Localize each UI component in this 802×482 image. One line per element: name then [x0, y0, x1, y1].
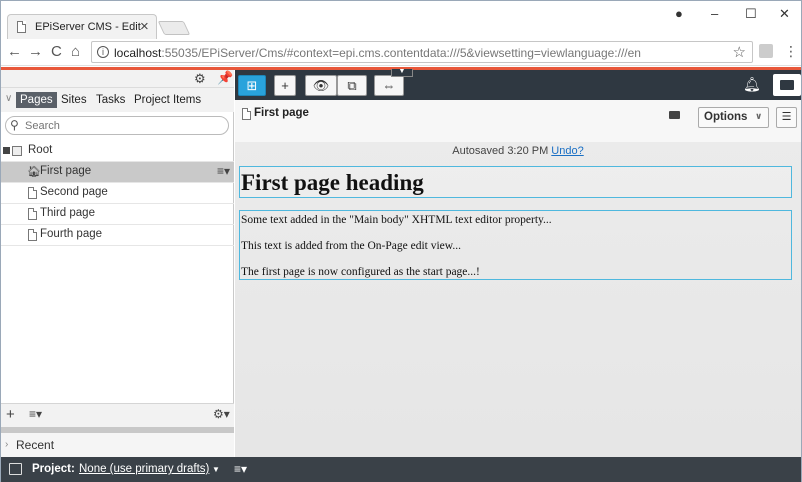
global-toolbar: ⊞ + 👁︎ ⧉ ⇔ ▼ 🔔︎ [235, 68, 801, 100]
minimize-button[interactable]: – [711, 6, 718, 21]
collapse-toggle-icon[interactable] [3, 147, 10, 154]
browser-menu-icon[interactable]: ⋮ [784, 43, 798, 60]
notification-bell-icon[interactable]: 🔔︎ [743, 76, 761, 93]
body-paragraph: This text is added from the On-Page edit… [241, 240, 461, 252]
search-box[interactable]: ⚲ [5, 116, 229, 135]
page-icon [242, 108, 251, 120]
expand-chevron-icon[interactable]: › [5, 439, 8, 450]
comment-icon[interactable] [669, 111, 680, 119]
tab-title: EPiServer CMS - Edit [35, 21, 141, 33]
tree-row-second-page[interactable]: Second page [1, 183, 234, 204]
tree-row-fourth-page[interactable]: Fourth page [1, 225, 234, 246]
forward-icon[interactable]: → [28, 43, 43, 60]
options-dropdown[interactable]: Options ∨ [698, 107, 769, 128]
preview-eye-button[interactable]: 👁︎ [305, 75, 337, 96]
project-menu-icon[interactable]: ≡▾ [234, 462, 247, 476]
rss-extension-icon[interactable] [759, 44, 773, 58]
body-paragraph: Some text added in the "Main body" XHTML… [241, 214, 552, 226]
autosave-text: Autosaved 3:20 PM [452, 145, 549, 157]
site-root-icon [12, 146, 22, 156]
settings-gear-icon[interactable]: ⚙▾ [213, 407, 230, 421]
body-paragraph: The first page is now configured as the … [241, 266, 480, 278]
chevron-down-icon[interactable]: ▼ [212, 465, 220, 474]
assets-pane-toggle-button[interactable] [773, 74, 801, 96]
undo-link[interactable]: Undo? [551, 145, 583, 157]
view-options-button[interactable]: ⧉ [337, 75, 367, 96]
toolbar-collapse-toggle[interactable]: ▼ [391, 68, 413, 77]
browser-tab[interactable]: EPiServer CMS - Edit × [7, 14, 157, 39]
collapse-chevron-icon[interactable]: ∨ [5, 93, 12, 104]
autosave-status: Autosaved 3:20 PM Undo? [235, 145, 801, 157]
tree-row-third-page[interactable]: Third page [1, 204, 234, 225]
pane-footer-toolbar: + ≡▾ ⚙▾ [1, 403, 234, 427]
profile-icon[interactable]: ● [675, 6, 683, 21]
tree-label: Fourth page [40, 228, 103, 240]
project-bar: Project: None (use primary drafts) ▼ ≡▾ [1, 457, 801, 482]
tree-row-first-page[interactable]: 🏠︎ First page ≡▾ [1, 162, 234, 183]
new-tab-button[interactable] [157, 21, 191, 35]
tab-strip: EPiServer CMS - Edit × ● – ☐ ✕ [1, 1, 801, 39]
url-text[interactable]: localhost:55035/EPiServer/Cms/#context=e… [114, 46, 641, 60]
home-icon[interactable]: ⌂ [71, 43, 80, 60]
edit-area: ⊞ + 👁︎ ⧉ ⇔ ▼ 🔔︎ First page Options ∨ ☰ A… [235, 68, 801, 457]
main-body-property-block[interactable]: Some text added in the "Main body" XHTML… [239, 210, 792, 280]
heading-property-block[interactable]: First page heading [239, 166, 792, 198]
project-label: Project: [32, 463, 75, 475]
document-icon [17, 21, 26, 33]
all-properties-button[interactable]: ☰ [776, 107, 797, 128]
browser-toolbar: ← → C ⌂ i localhost:55035/EPiServer/Cms/… [1, 39, 801, 66]
search-icon: ⚲ [10, 118, 19, 132]
recent-label: Recent [16, 438, 55, 452]
context-menu-icon[interactable]: ≡▾ [217, 164, 230, 178]
tab-sites[interactable]: Sites [57, 92, 91, 108]
compare-button[interactable]: ⇔ [374, 75, 404, 96]
project-icon[interactable] [9, 463, 22, 475]
address-bar[interactable]: i localhost:55035/EPiServer/Cms/#context… [91, 41, 753, 63]
tab-close-icon[interactable]: × [140, 18, 149, 35]
tab-project-items[interactable]: Project Items [130, 92, 205, 108]
tab-tasks[interactable]: Tasks [92, 92, 129, 108]
page-icon [28, 208, 37, 220]
page-title: First page [254, 107, 309, 119]
page-heading[interactable]: First page heading [241, 170, 424, 196]
tree-label-root: Root [28, 144, 53, 156]
close-window-button[interactable]: ✕ [779, 6, 790, 22]
home-icon: 🏠︎ [27, 166, 41, 178]
tree-label: Third page [40, 207, 95, 219]
settings-gear-icon[interactable]: ⚙ [194, 71, 206, 87]
content-title-bar: First page Options ∨ ☰ [235, 100, 801, 142]
recent-section[interactable]: › Recent [1, 433, 234, 457]
back-icon[interactable]: ← [7, 43, 22, 60]
maximize-button[interactable]: ☐ [745, 6, 757, 22]
project-selector[interactable]: None (use primary drafts) [79, 463, 209, 475]
search-input[interactable] [25, 119, 215, 133]
page-icon [28, 229, 37, 241]
pin-icon[interactable]: 📌 [217, 70, 233, 86]
tree-row-root[interactable]: Root [1, 141, 234, 162]
reload-icon[interactable]: C [51, 43, 62, 60]
browser-window: EPiServer CMS - Edit × ● – ☐ ✕ ← → C ⌂ i… [0, 0, 802, 482]
page-tree-toggle-button[interactable]: ⊞ [238, 75, 266, 96]
pane-tabs: ∨ Pages Sites Tasks Project Items [1, 88, 234, 112]
info-icon[interactable]: i [97, 46, 109, 58]
navigation-pane: ⚙ 📌 ∨ Pages Sites Tasks Project Items ⚲ … [1, 70, 234, 457]
chevron-down-icon: ∨ [755, 111, 763, 121]
add-content-button[interactable]: + [274, 75, 296, 96]
tab-pages[interactable]: Pages [16, 92, 57, 108]
page-icon [28, 187, 37, 199]
pane-header: ⚙ 📌 [1, 70, 234, 88]
bookmark-star-icon[interactable]: ☆ [733, 43, 746, 61]
add-icon[interactable]: + [6, 406, 15, 423]
tree-label: First page [40, 165, 92, 177]
list-menu-icon[interactable]: ≡▾ [29, 407, 42, 421]
folder-icon [780, 80, 794, 90]
tree-label: Second page [40, 186, 108, 198]
options-label: Options [704, 111, 748, 123]
